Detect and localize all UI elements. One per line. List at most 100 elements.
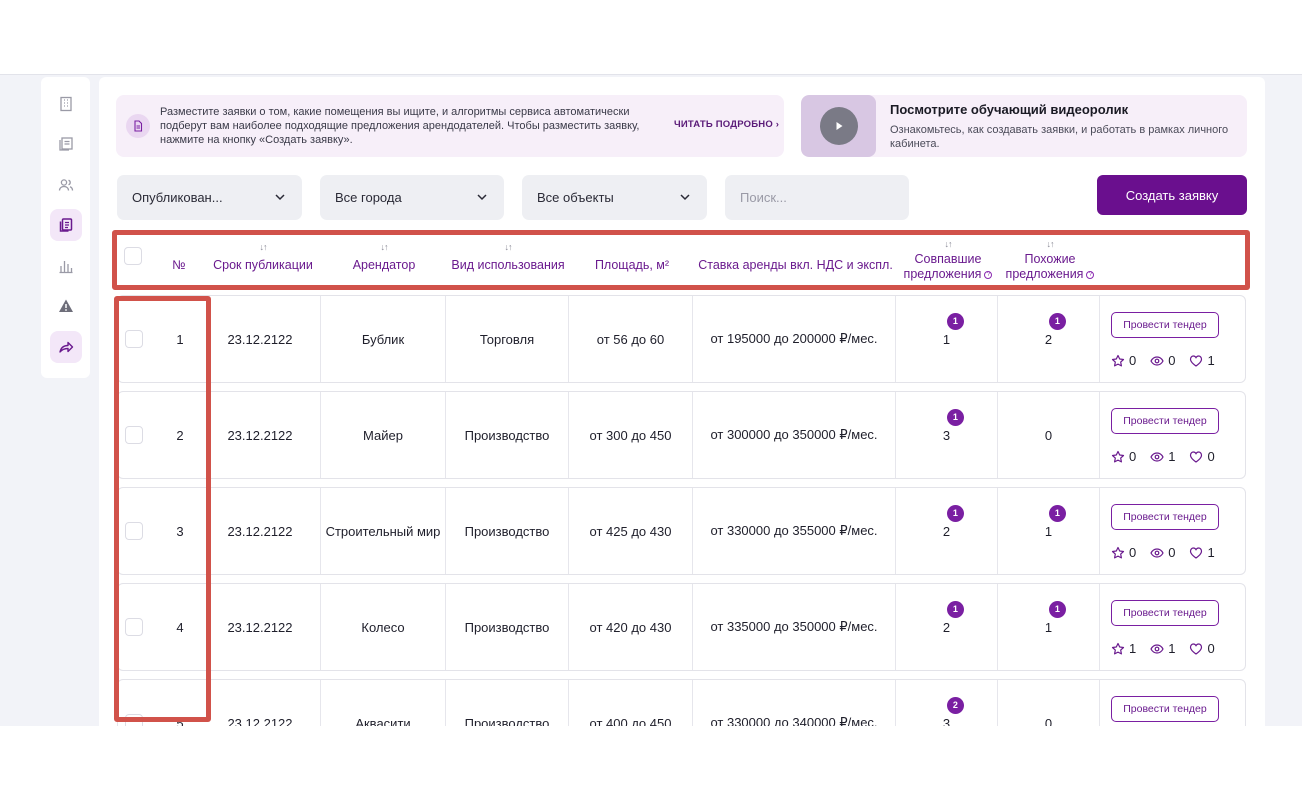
cell-usage: Производство bbox=[445, 584, 568, 670]
row-checkbox[interactable] bbox=[125, 330, 143, 348]
favorites-stat[interactable]: 0 bbox=[1111, 449, 1136, 464]
sidebar-item-warnings[interactable] bbox=[50, 290, 82, 322]
cell-matched[interactable]: 11 bbox=[895, 296, 997, 382]
video-thumbnail[interactable] bbox=[801, 95, 876, 157]
likes-stat[interactable]: 1 bbox=[1189, 353, 1215, 368]
help-icon[interactable]: ? bbox=[1086, 270, 1095, 279]
cell-similar[interactable]: 0 bbox=[997, 392, 1099, 478]
row-checkbox[interactable] bbox=[125, 522, 143, 540]
similar-count: 1 bbox=[1044, 523, 1053, 539]
row-checkbox[interactable] bbox=[125, 714, 143, 726]
objects-filter[interactable]: Все объекты bbox=[522, 175, 707, 220]
sidebar-item-documents[interactable] bbox=[50, 128, 82, 160]
sort-icon: ↓↑ bbox=[259, 242, 268, 252]
cell-tenant: Майер bbox=[320, 392, 445, 478]
create-request-button[interactable]: Создать заявку bbox=[1097, 175, 1247, 215]
likes-stat[interactable]: 0 bbox=[1189, 449, 1215, 464]
cell-area: от 420 до 430 bbox=[568, 584, 692, 670]
table-row[interactable]: 4 23.12.2122 Колесо Производство от 420 … bbox=[117, 583, 1246, 671]
video-banner[interactable]: Посмотрите обучающий видеоролик Ознакомь… bbox=[801, 95, 1247, 157]
cell-tenant: Колесо bbox=[320, 584, 445, 670]
cell-num: 1 bbox=[176, 331, 184, 347]
cell-matched[interactable]: 32 bbox=[895, 680, 997, 726]
row-checkbox-cell bbox=[118, 584, 160, 670]
column-header-similar[interactable]: ↓↑ Похожие предложения? bbox=[999, 233, 1101, 291]
cell-actions: Провести тендер 0 0 1 bbox=[1099, 488, 1245, 574]
matched-badge: 2 bbox=[946, 696, 964, 714]
cell-matched[interactable]: 31 bbox=[895, 392, 997, 478]
help-icon[interactable]: ? bbox=[984, 270, 993, 279]
column-header-area[interactable]: Площадь, м² bbox=[570, 233, 694, 291]
column-header-rate[interactable]: Ставка аренды вкл. НДС и экспл. bbox=[694, 233, 897, 291]
sort-icon: ↓↑ bbox=[380, 242, 389, 252]
heart-icon bbox=[1190, 450, 1203, 463]
table-row[interactable]: 1 23.12.2122 Бублик Торговля от 56 до 60… bbox=[117, 295, 1246, 383]
select-all-checkbox[interactable] bbox=[124, 247, 142, 265]
status-filter-value: Опубликован... bbox=[132, 190, 223, 205]
city-filter[interactable]: Все города bbox=[320, 175, 504, 220]
cell-num: 3 bbox=[176, 523, 184, 539]
cell-similar[interactable]: 11 bbox=[997, 584, 1099, 670]
tender-button[interactable]: Провести тендер bbox=[1111, 408, 1219, 434]
row-checkbox[interactable] bbox=[125, 426, 143, 444]
table-row[interactable]: 5 23.12.2122 Аквасити Производство от 40… bbox=[117, 679, 1246, 726]
sidebar-item-share[interactable] bbox=[50, 331, 82, 363]
views-stat[interactable]: 0 bbox=[1150, 545, 1175, 560]
cell-num: 4 bbox=[176, 619, 184, 635]
star-icon bbox=[1111, 546, 1125, 558]
tender-button[interactable]: Провести тендер bbox=[1111, 312, 1219, 338]
cell-similar[interactable]: 21 bbox=[997, 296, 1099, 382]
favorites-stat[interactable]: 0 bbox=[1111, 353, 1136, 368]
cell-tenant: Аквасити bbox=[320, 680, 445, 726]
main-panel: Разместите заявки о том, какие помещения… bbox=[99, 77, 1265, 726]
status-filter[interactable]: Опубликован... bbox=[117, 175, 302, 220]
row-stats: 0 0 1 bbox=[1111, 545, 1229, 560]
tender-button[interactable]: Провести тендер bbox=[1111, 504, 1219, 530]
sidebar-item-buildings[interactable] bbox=[50, 88, 82, 120]
favorites-stat[interactable]: 1 bbox=[1111, 641, 1136, 656]
cell-usage: Производство bbox=[445, 392, 568, 478]
heart-icon bbox=[1190, 546, 1203, 559]
column-header-matched[interactable]: ↓↑ Совпавшие предложения? bbox=[897, 233, 999, 291]
sidebar-item-analytics[interactable] bbox=[50, 250, 82, 282]
views-stat[interactable]: 1 bbox=[1150, 449, 1175, 464]
chevron-down-icon bbox=[680, 194, 690, 201]
column-header-tenant[interactable]: ↓↑ Арендатор bbox=[322, 233, 446, 291]
eye-icon bbox=[1150, 451, 1164, 462]
eye-icon bbox=[1150, 643, 1164, 654]
cell-matched[interactable]: 21 bbox=[895, 488, 997, 574]
cell-rate: от 335000 до 350000 ₽/мес. bbox=[692, 584, 895, 670]
objects-filter-value: Все объекты bbox=[537, 190, 614, 205]
views-stat[interactable]: 1 bbox=[1150, 641, 1175, 656]
cell-usage: Производство bbox=[445, 680, 568, 726]
row-stats: 0 0 1 bbox=[1111, 353, 1229, 368]
likes-stat[interactable]: 0 bbox=[1189, 641, 1215, 656]
info-banner: Разместите заявки о том, какие помещения… bbox=[116, 95, 784, 157]
favorites-stat[interactable]: 0 bbox=[1111, 545, 1136, 560]
eye-icon bbox=[1150, 547, 1164, 558]
star-icon bbox=[1111, 642, 1125, 654]
column-header-date[interactable]: ↓↑ Срок публикации bbox=[205, 233, 321, 291]
table-row[interactable]: 3 23.12.2122 Строительный мир Производст… bbox=[117, 487, 1246, 575]
row-checkbox[interactable] bbox=[125, 618, 143, 636]
cell-usage: Торговля bbox=[445, 296, 568, 382]
cell-actions: Провести тендер 0 0 1 bbox=[1099, 296, 1245, 382]
views-stat[interactable]: 0 bbox=[1150, 353, 1175, 368]
likes-stat[interactable]: 1 bbox=[1189, 545, 1215, 560]
sidebar-item-requests[interactable] bbox=[50, 209, 82, 241]
sidebar-item-users[interactable] bbox=[50, 169, 82, 201]
heart-icon bbox=[1190, 642, 1203, 655]
column-header-num[interactable]: № bbox=[157, 233, 201, 291]
cell-matched[interactable]: 21 bbox=[895, 584, 997, 670]
cell-similar[interactable]: 0 bbox=[997, 680, 1099, 726]
table-row[interactable]: 2 23.12.2122 Майер Производство от 300 д… bbox=[117, 391, 1246, 479]
tender-button[interactable]: Провести тендер bbox=[1111, 600, 1219, 626]
read-more-link[interactable]: ЧИТАТЬ ПОДРОБНО › bbox=[674, 119, 779, 130]
cell-similar[interactable]: 11 bbox=[997, 488, 1099, 574]
tender-button[interactable]: Провести тендер bbox=[1111, 696, 1219, 722]
play-icon[interactable] bbox=[819, 107, 858, 145]
sort-icon: ↓↑ bbox=[504, 242, 513, 252]
column-header-usage[interactable]: ↓↑ Вид использования bbox=[446, 233, 570, 291]
cell-date: 23.12.2122 bbox=[227, 715, 293, 727]
search-input[interactable] bbox=[725, 175, 909, 220]
